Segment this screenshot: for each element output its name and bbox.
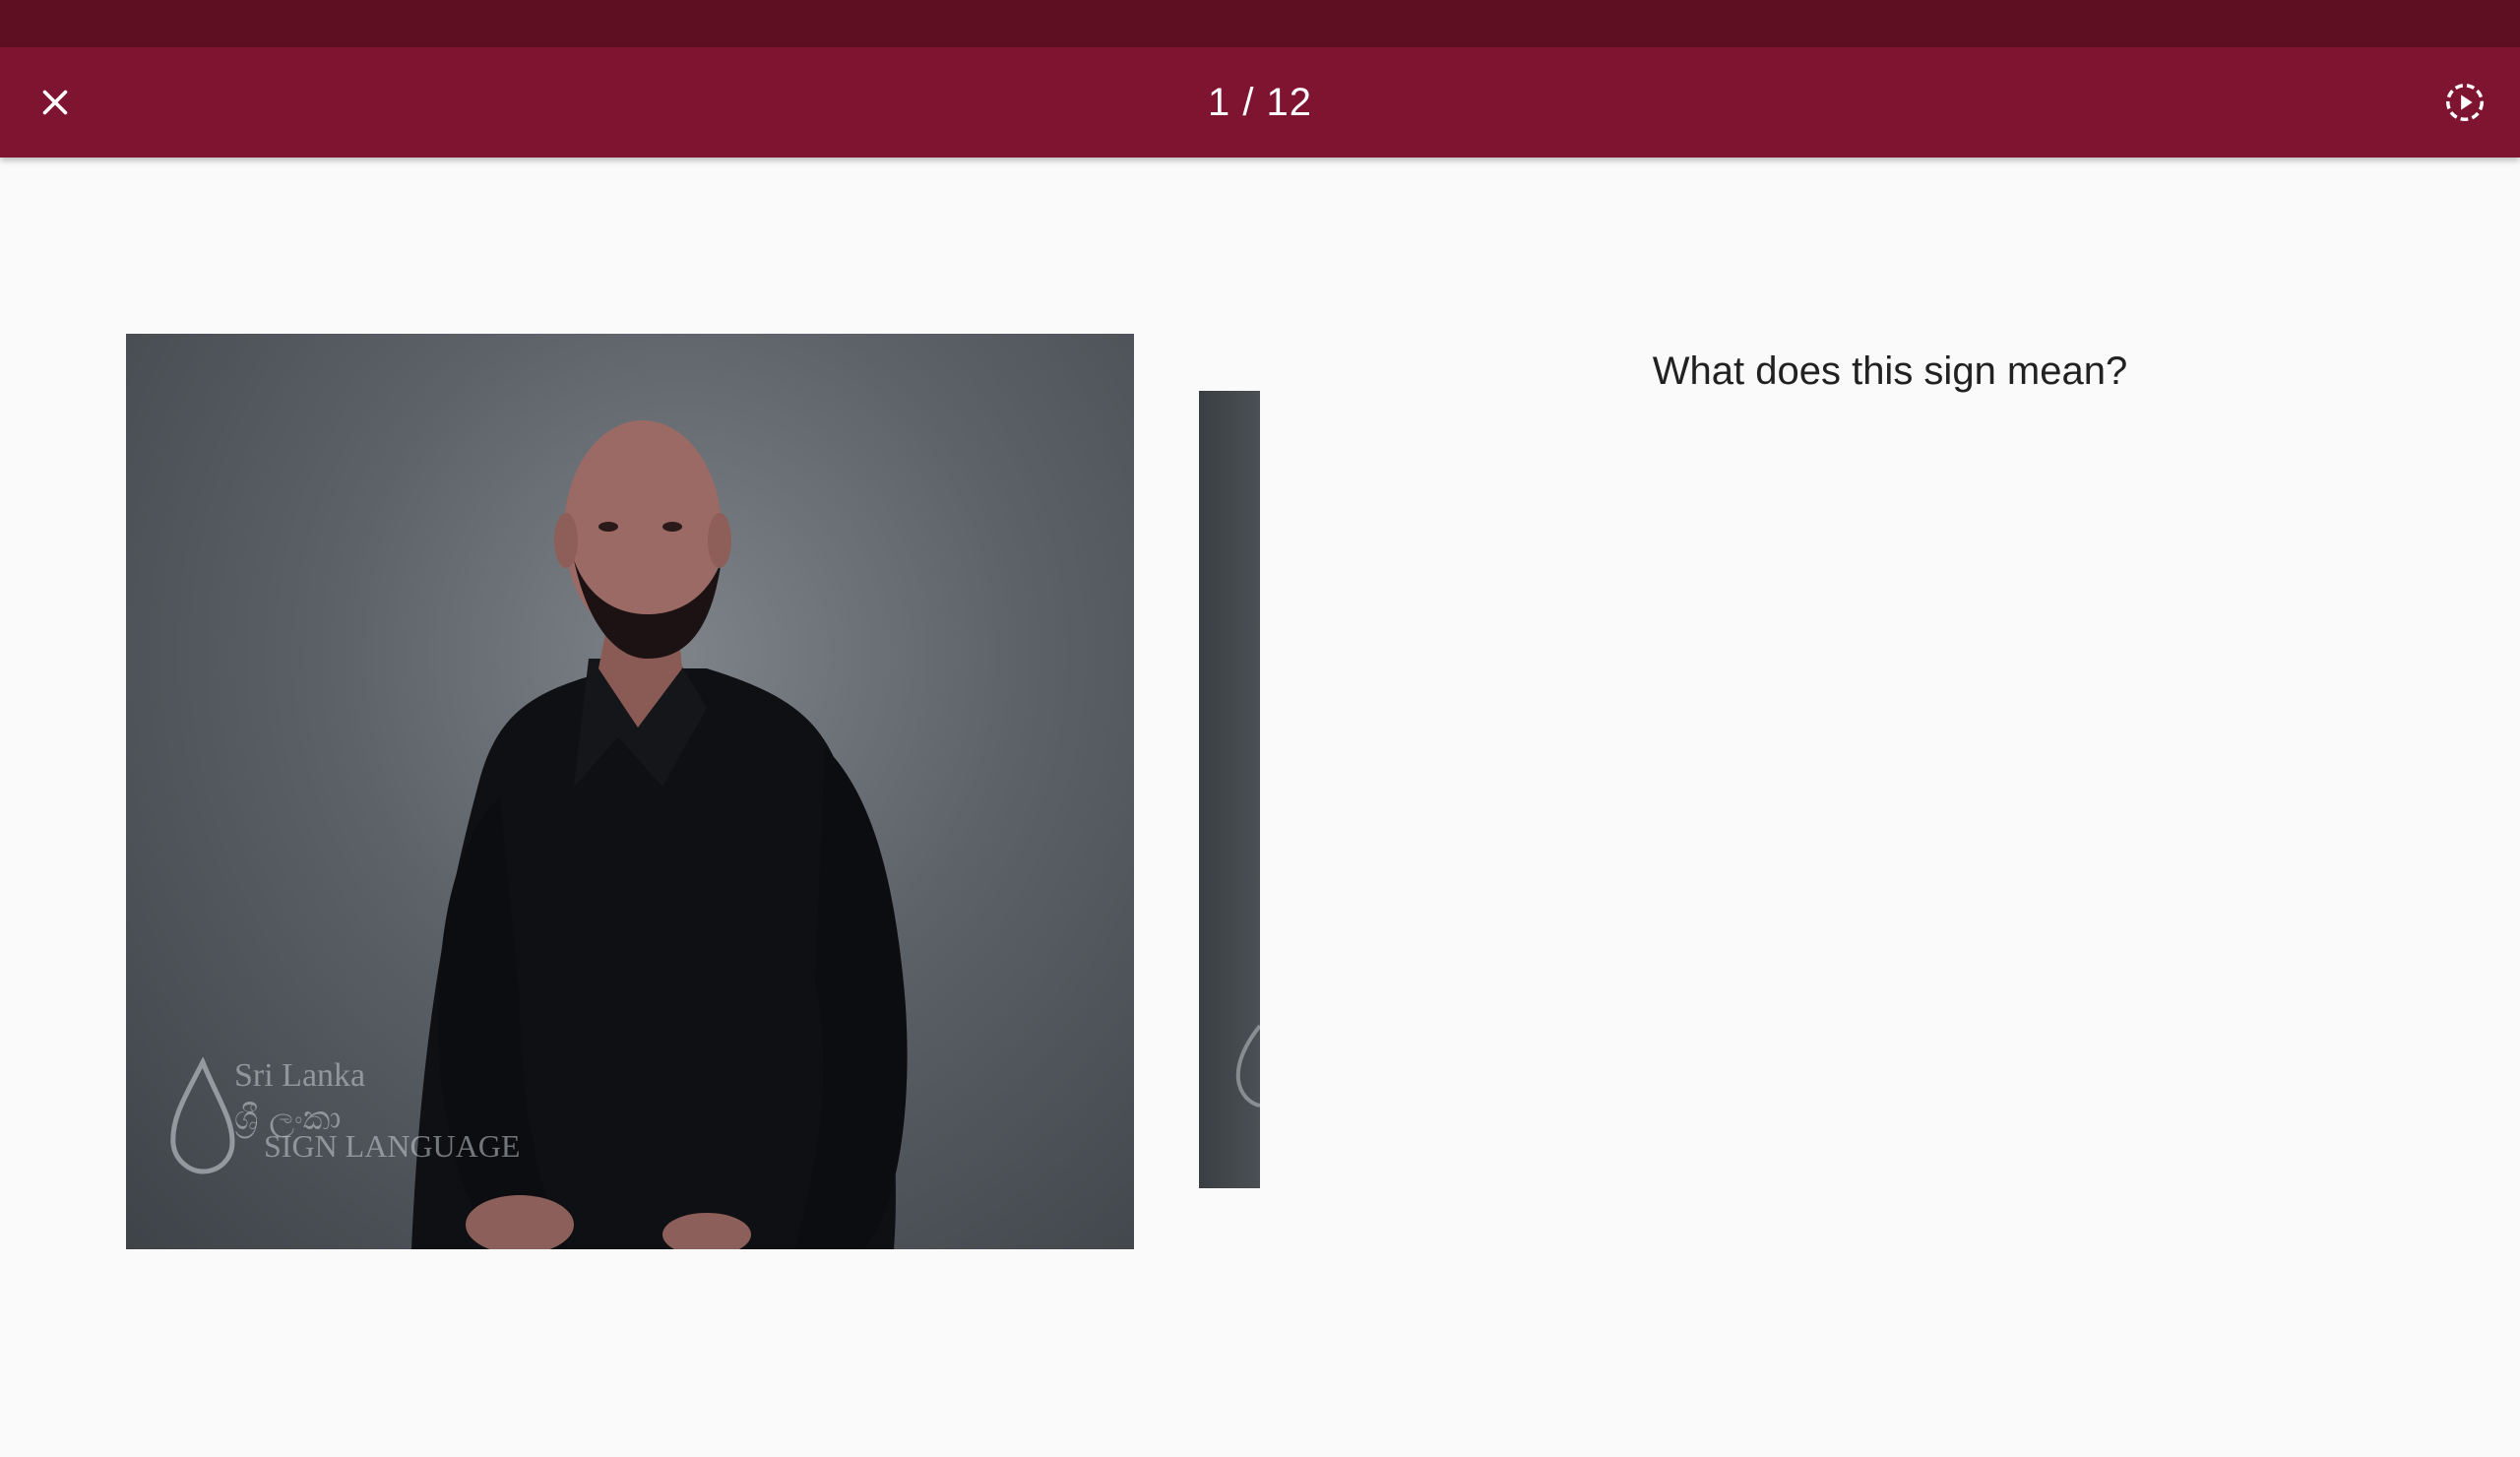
sri-lanka-logo-icon bbox=[170, 1057, 235, 1174]
question-counter: 1 / 12 bbox=[1207, 81, 1313, 124]
watermark-text-1: Sri Lanka bbox=[234, 1057, 366, 1094]
watermark-text-3: SIGN LANGUAGE bbox=[264, 1128, 521, 1164]
next-video-preview[interactable] bbox=[1199, 391, 1260, 1188]
autoplay-button[interactable] bbox=[2429, 67, 2500, 138]
sign-video[interactable]: Sri Lanka ශ්‍රී ලංකා SIGN LANGUAGE bbox=[126, 334, 1134, 1249]
app-bar: 1 / 12 bbox=[0, 47, 2520, 158]
next-video-logo-fragment bbox=[1235, 1024, 1260, 1108]
autoplay-icon bbox=[2446, 84, 2484, 121]
question-prompt: What does this sign mean? bbox=[1652, 349, 2128, 393]
status-bar bbox=[0, 0, 2520, 47]
